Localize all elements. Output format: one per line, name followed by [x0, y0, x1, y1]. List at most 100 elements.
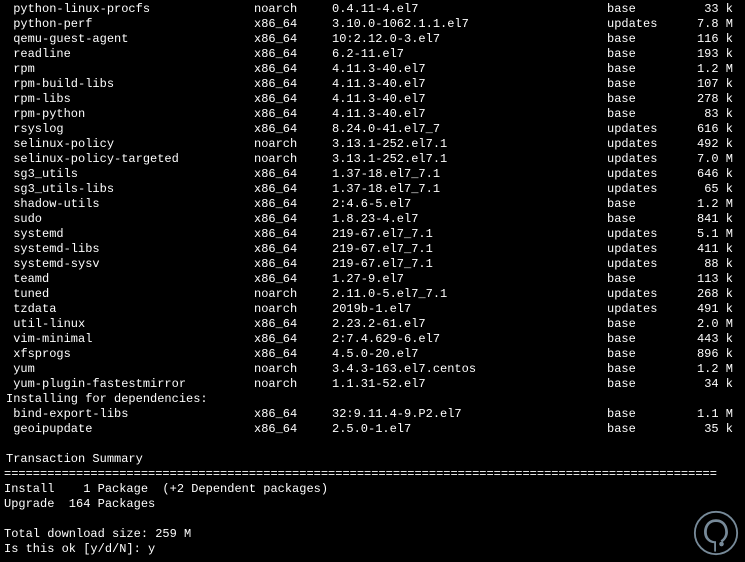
package-name: systemd — [4, 227, 254, 242]
package-row: rpm-pythonx86_644.11.3-40.el7base83 k — [4, 107, 741, 122]
package-version: 2.5.0-1.el7 — [332, 422, 607, 437]
package-name: sg3_utils-libs — [4, 182, 254, 197]
package-arch: x86_64 — [254, 257, 332, 272]
package-version: 32:9.11.4-9.P2.el7 — [332, 407, 607, 422]
package-row: rsyslogx86_648.24.0-41.el7_7updates616 k — [4, 122, 741, 137]
package-name: selinux-policy-targeted — [4, 152, 254, 167]
package-version: 6.2-11.el7 — [332, 47, 607, 62]
package-size: 841 k — [692, 212, 737, 227]
package-name: sudo — [4, 212, 254, 227]
package-arch: x86_64 — [254, 422, 332, 437]
package-arch: x86_64 — [254, 122, 332, 137]
package-repo: base — [607, 77, 692, 92]
package-row: rpmx86_644.11.3-40.el7base1.2 M — [4, 62, 741, 77]
package-name: python-perf — [4, 17, 254, 32]
package-arch: x86_64 — [254, 167, 332, 182]
package-version: 1.8.23-4.el7 — [332, 212, 607, 227]
package-size: 107 k — [692, 77, 737, 92]
summary-title: Transaction Summary — [4, 452, 741, 467]
package-repo: base — [607, 62, 692, 77]
package-version: 4.11.3-40.el7 — [332, 92, 607, 107]
package-version: 4.11.3-40.el7 — [332, 107, 607, 122]
package-name: rsyslog — [4, 122, 254, 137]
package-row: tzdatanoarch2019b-1.el7updates491 k — [4, 302, 741, 317]
package-repo: base — [607, 422, 692, 437]
package-row: xfsprogsx86_644.5.0-20.el7base896 k — [4, 347, 741, 362]
package-arch: x86_64 — [254, 107, 332, 122]
package-size: 491 k — [692, 302, 737, 317]
package-size: 34 k — [692, 377, 737, 392]
package-size: 5.1 M — [692, 227, 737, 242]
package-version: 2.11.0-5.el7_7.1 — [332, 287, 607, 302]
package-arch: noarch — [254, 377, 332, 392]
install-summary: Install 1 Package (+2 Dependent packages… — [4, 482, 741, 497]
package-row: qemu-guest-agentx86_6410:2.12.0-3.el7bas… — [4, 32, 741, 47]
package-arch: noarch — [254, 362, 332, 377]
package-size: 1.2 M — [692, 62, 737, 77]
package-version: 3.4.3-163.el7.centos — [332, 362, 607, 377]
package-repo: updates — [607, 287, 692, 302]
package-size: 33 k — [692, 2, 737, 17]
package-repo: updates — [607, 152, 692, 167]
package-repo: base — [607, 332, 692, 347]
package-repo: base — [607, 317, 692, 332]
package-version: 1.37-18.el7_7.1 — [332, 182, 607, 197]
package-size: 646 k — [692, 167, 737, 182]
package-size: 113 k — [692, 272, 737, 287]
package-repo: base — [607, 197, 692, 212]
package-name: systemd-libs — [4, 242, 254, 257]
package-name: bind-export-libs — [4, 407, 254, 422]
package-name: selinux-policy — [4, 137, 254, 152]
package-version: 0.4.11-4.el7 — [332, 2, 607, 17]
package-size: 193 k — [692, 47, 737, 62]
package-arch: x86_64 — [254, 17, 332, 32]
package-repo: updates — [607, 122, 692, 137]
package-size: 7.8 M — [692, 17, 737, 32]
package-size: 1.1 M — [692, 407, 737, 422]
package-arch: x86_64 — [254, 272, 332, 287]
package-size: 7.0 M — [692, 152, 737, 167]
package-row: geoipupdatex86_642.5.0-1.el7base35 k — [4, 422, 741, 437]
package-arch: noarch — [254, 302, 332, 317]
package-row: systemdx86_64219-67.el7_7.1updates5.1 M — [4, 227, 741, 242]
package-row: sudox86_641.8.23-4.el7base841 k — [4, 212, 741, 227]
package-version: 4.11.3-40.el7 — [332, 77, 607, 92]
package-name: qemu-guest-agent — [4, 32, 254, 47]
package-repo: updates — [607, 137, 692, 152]
package-row: python-perfx86_643.10.0-1062.1.1.el7upda… — [4, 17, 741, 32]
package-arch: x86_64 — [254, 32, 332, 47]
package-name: xfsprogs — [4, 347, 254, 362]
package-repo: updates — [607, 257, 692, 272]
package-version: 1.1.31-52.el7 — [332, 377, 607, 392]
package-name: yum — [4, 362, 254, 377]
package-repo: base — [607, 107, 692, 122]
package-row: rpm-build-libsx86_644.11.3-40.el7base107… — [4, 77, 741, 92]
package-version: 219-67.el7_7.1 — [332, 257, 607, 272]
package-version: 2:7.4.629-6.el7 — [332, 332, 607, 347]
package-name: util-linux — [4, 317, 254, 332]
package-name: rpm — [4, 62, 254, 77]
package-size: 88 k — [692, 257, 737, 272]
package-repo: updates — [607, 17, 692, 32]
package-row: vim-minimalx86_642:7.4.629-6.el7base443 … — [4, 332, 741, 347]
package-name: vim-minimal — [4, 332, 254, 347]
package-size: 65 k — [692, 182, 737, 197]
package-arch: x86_64 — [254, 242, 332, 257]
package-row: teamdx86_641.27-9.el7base113 k — [4, 272, 741, 287]
package-version: 1.37-18.el7_7.1 — [332, 167, 607, 182]
package-repo: updates — [607, 227, 692, 242]
package-size: 616 k — [692, 122, 737, 137]
package-arch: noarch — [254, 287, 332, 302]
package-repo: base — [607, 2, 692, 17]
dependency-list: bind-export-libsx86_6432:9.11.4-9.P2.el7… — [4, 407, 741, 437]
package-arch: x86_64 — [254, 347, 332, 362]
package-repo: base — [607, 362, 692, 377]
confirm-prompt[interactable]: Is this ok [y/d/N]: y — [4, 542, 741, 557]
package-version: 10:2.12.0-3.el7 — [332, 32, 607, 47]
package-row: python-linux-procfsnoarch0.4.11-4.el7bas… — [4, 2, 741, 17]
divider-line: ========================================… — [4, 467, 741, 482]
package-repo: updates — [607, 182, 692, 197]
package-repo: base — [607, 212, 692, 227]
package-version: 219-67.el7_7.1 — [332, 242, 607, 257]
package-version: 4.11.3-40.el7 — [332, 62, 607, 77]
